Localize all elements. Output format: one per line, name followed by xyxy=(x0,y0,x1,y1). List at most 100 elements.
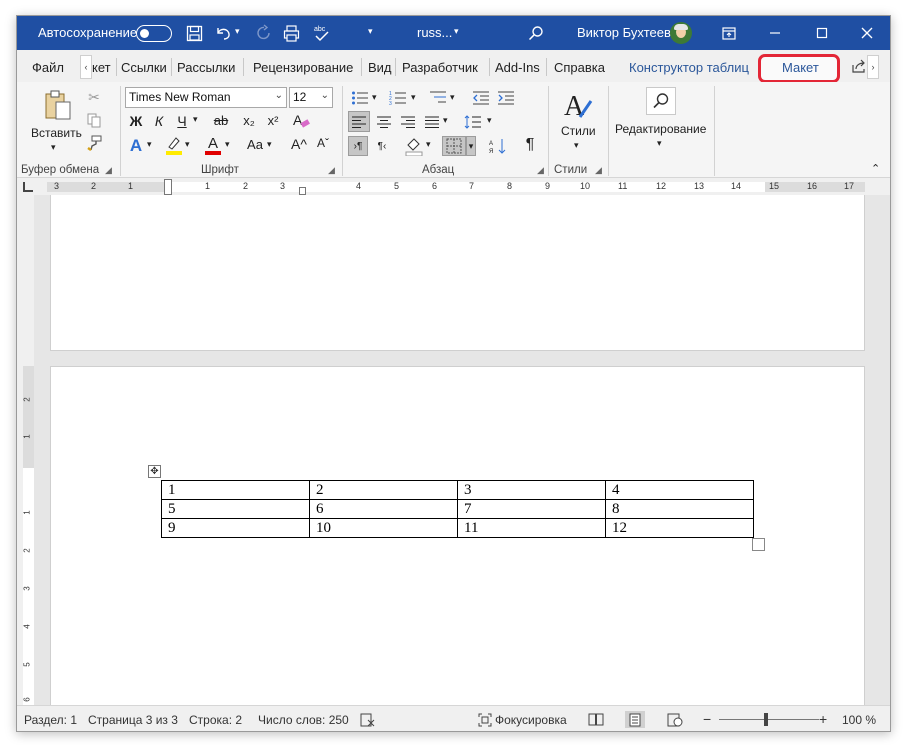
tabs-scroll-left-icon[interactable]: ‹ xyxy=(80,55,92,79)
shrink-font-button[interactable]: Aˇ xyxy=(312,136,334,150)
focus-mode-label[interactable]: Фокусировка xyxy=(495,713,567,727)
table-cell[interactable]: 4 xyxy=(605,480,754,500)
minimize-icon[interactable] xyxy=(764,22,786,44)
sort-icon[interactable]: AЯ xyxy=(487,136,509,156)
multilevel-list-icon[interactable] xyxy=(427,88,449,108)
bullets-icon[interactable] xyxy=(349,88,371,108)
word-count[interactable]: Число слов: 250 xyxy=(258,713,349,727)
ltr-direction-icon[interactable]: ›¶ xyxy=(348,136,368,156)
align-left-icon[interactable] xyxy=(348,111,370,132)
borders-icon[interactable] xyxy=(442,136,466,156)
multilevel-dropdown-icon[interactable]: ▾ xyxy=(450,92,455,103)
tab-layout-partial[interactable]: кет xyxy=(92,60,111,75)
proofing-icon[interactable] xyxy=(357,711,377,728)
superscript-button[interactable]: x² xyxy=(263,113,283,128)
styles-dropdown-icon[interactable]: ▾ xyxy=(574,140,579,151)
section-indicator[interactable]: Раздел: 1 xyxy=(24,713,77,727)
italic-button[interactable]: К xyxy=(150,113,168,129)
paste-dropdown-icon[interactable]: ▾ xyxy=(51,142,56,153)
tab-selector-icon[interactable] xyxy=(23,182,33,192)
font-color-button[interactable]: A xyxy=(204,134,222,156)
document-area[interactable]: ✥ 1 2 3 4 5 6 7 8 9 10 11 12 xyxy=(34,195,890,705)
align-center-icon[interactable] xyxy=(373,111,395,132)
clear-formatting-icon[interactable]: A xyxy=(290,111,312,131)
table-cell[interactable]: 7 xyxy=(457,499,606,519)
find-icon[interactable] xyxy=(646,87,676,115)
rtl-direction-icon[interactable]: ¶‹ xyxy=(372,136,392,156)
collapse-ribbon-icon[interactable]: ⌃ xyxy=(871,162,880,175)
table-cell[interactable]: 6 xyxy=(309,499,458,519)
line-spacing-icon[interactable] xyxy=(461,111,485,132)
show-formatting-marks-button[interactable]: ¶ xyxy=(520,136,540,154)
save-icon[interactable] xyxy=(183,22,205,44)
page-indicator[interactable]: Страница 3 из 3 xyxy=(88,713,178,727)
page-previous[interactable] xyxy=(50,195,865,351)
zoom-in-button[interactable]: + xyxy=(819,711,827,727)
bullets-dropdown-icon[interactable]: ▾ xyxy=(372,92,377,103)
table-cell[interactable]: 5 xyxy=(161,499,310,519)
table-cell[interactable]: 10 xyxy=(309,518,458,538)
doc-name-dropdown-icon[interactable]: ▾ xyxy=(454,26,459,37)
tab-view[interactable]: Вид xyxy=(368,60,392,75)
tab-developer[interactable]: Разработчик xyxy=(402,60,478,75)
column-marker[interactable] xyxy=(299,187,306,195)
tab-mailings[interactable]: Рассылки xyxy=(177,60,235,75)
close-icon[interactable] xyxy=(856,22,878,44)
text-effects-button[interactable]: A xyxy=(127,136,145,156)
table-move-handle-icon[interactable]: ✥ xyxy=(148,465,161,478)
text-effects-dropdown-icon[interactable]: ▾ xyxy=(147,139,152,150)
table-cell[interactable]: 11 xyxy=(457,518,606,538)
user-name[interactable]: Виктор Бухтеев xyxy=(577,25,671,40)
change-case-dropdown-icon[interactable]: ▾ xyxy=(267,139,272,150)
document-table[interactable]: 1 2 3 4 5 6 7 8 9 10 11 12 xyxy=(161,480,754,538)
increase-indent-icon[interactable] xyxy=(495,88,517,108)
grow-font-button[interactable]: A^ xyxy=(288,136,310,152)
copy-icon[interactable] xyxy=(85,111,103,129)
undo-icon[interactable] xyxy=(213,22,235,44)
highlight-color-icon[interactable] xyxy=(164,134,184,156)
font-size-select[interactable]: 12 ⌄ xyxy=(289,87,333,108)
line-spacing-dropdown-icon[interactable]: ▾ xyxy=(487,115,492,126)
change-case-button[interactable]: Aa xyxy=(243,137,267,152)
tab-help[interactable]: Справка xyxy=(554,60,605,75)
decrease-indent-icon[interactable] xyxy=(470,88,492,108)
editing-label[interactable]: Редактирование xyxy=(615,122,706,136)
font-launcher-icon[interactable]: ◢ xyxy=(328,165,335,176)
zoom-slider-track[interactable] xyxy=(719,719,819,720)
subscript-button[interactable]: x₂ xyxy=(239,113,259,128)
shading-icon[interactable] xyxy=(403,135,425,157)
indent-marker[interactable] xyxy=(164,179,172,195)
styles-label[interactable]: Стили xyxy=(561,124,596,138)
autosave-toggle[interactable] xyxy=(136,25,172,42)
font-color-dropdown-icon[interactable]: ▾ xyxy=(225,139,230,150)
editing-dropdown-icon[interactable]: ▾ xyxy=(657,138,662,149)
zoom-slider-thumb[interactable] xyxy=(764,713,768,726)
table-cell[interactable]: 12 xyxy=(605,518,754,538)
tab-references[interactable]: Ссылки xyxy=(121,60,167,75)
tab-review[interactable]: Рецензирование xyxy=(253,60,353,75)
tab-table-layout[interactable]: Макет xyxy=(782,60,819,75)
qat-customize-icon[interactable]: ▾ xyxy=(368,26,373,37)
undo-dropdown-icon[interactable]: ▾ xyxy=(235,26,240,37)
tabs-scroll-right-icon[interactable]: › xyxy=(867,55,879,79)
table-cell[interactable]: 9 xyxy=(161,518,310,538)
numbering-dropdown-icon[interactable]: ▾ xyxy=(411,92,416,103)
horizontal-ruler[interactable]: 3 2 1 1 2 3 4 5 6 7 8 9 10 11 12 13 14 1… xyxy=(17,178,890,195)
tab-table-design[interactable]: Конструктор таблиц xyxy=(629,60,749,75)
print-layout-icon[interactable] xyxy=(625,711,645,728)
borders-dropdown-icon[interactable]: ▾ xyxy=(466,136,476,156)
table-cell[interactable]: 2 xyxy=(309,480,458,500)
justify-icon[interactable] xyxy=(421,111,443,132)
web-layout-icon[interactable] xyxy=(665,711,685,728)
font-name-select[interactable]: Times New Roman ⌄ xyxy=(125,87,287,108)
paragraph-launcher-icon[interactable]: ◢ xyxy=(537,165,544,176)
maximize-icon[interactable] xyxy=(811,22,833,44)
justify-dropdown-icon[interactable]: ▾ xyxy=(443,115,448,126)
zoom-level[interactable]: 100 % xyxy=(842,713,876,727)
tab-file[interactable]: Файл xyxy=(32,60,64,75)
table-cell[interactable]: 1 xyxy=(161,480,310,500)
underline-dropdown-icon[interactable]: ▾ xyxy=(193,114,198,125)
format-painter-icon[interactable] xyxy=(85,134,103,152)
table-cell[interactable]: 3 xyxy=(457,480,606,500)
paste-icon[interactable] xyxy=(41,88,75,122)
